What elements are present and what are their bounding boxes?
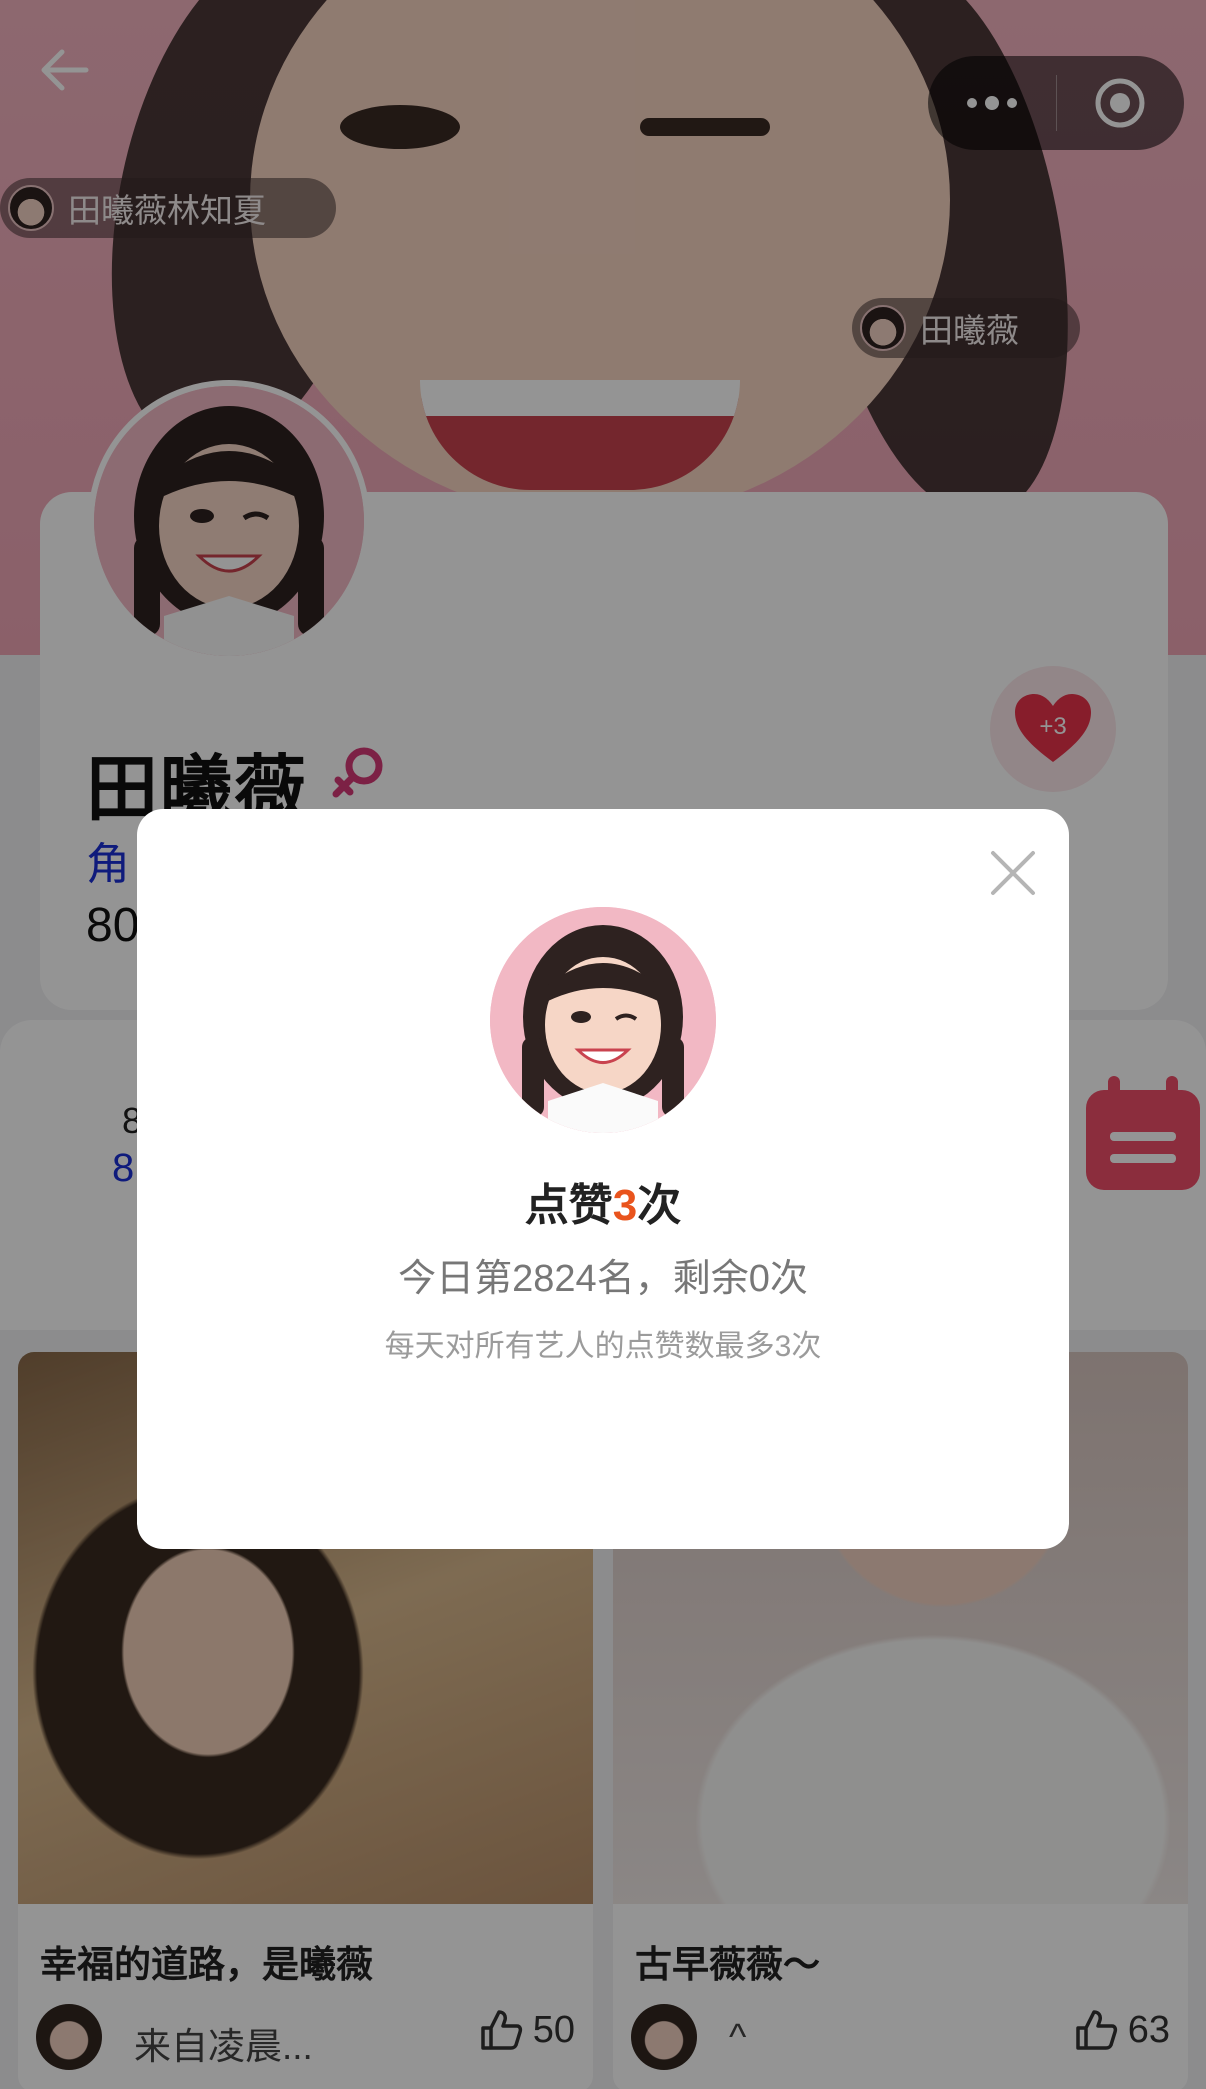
close-icon (991, 851, 1035, 895)
daily-limit-note: 每天对所有艺人的点赞数最多3次 (384, 1330, 822, 1363)
close-button[interactable] (989, 849, 1037, 897)
like-count-headline: 点赞3次 (524, 1181, 682, 1230)
daily-rank-text: 今日第2824名，剩余0次 (398, 1258, 808, 1300)
artist-avatar (490, 907, 716, 1133)
like-count-number: 3 (612, 1181, 638, 1230)
like-result-dialog: 点赞3次 今日第2824名，剩余0次 每天对所有艺人的点赞数最多3次 (137, 809, 1069, 1549)
